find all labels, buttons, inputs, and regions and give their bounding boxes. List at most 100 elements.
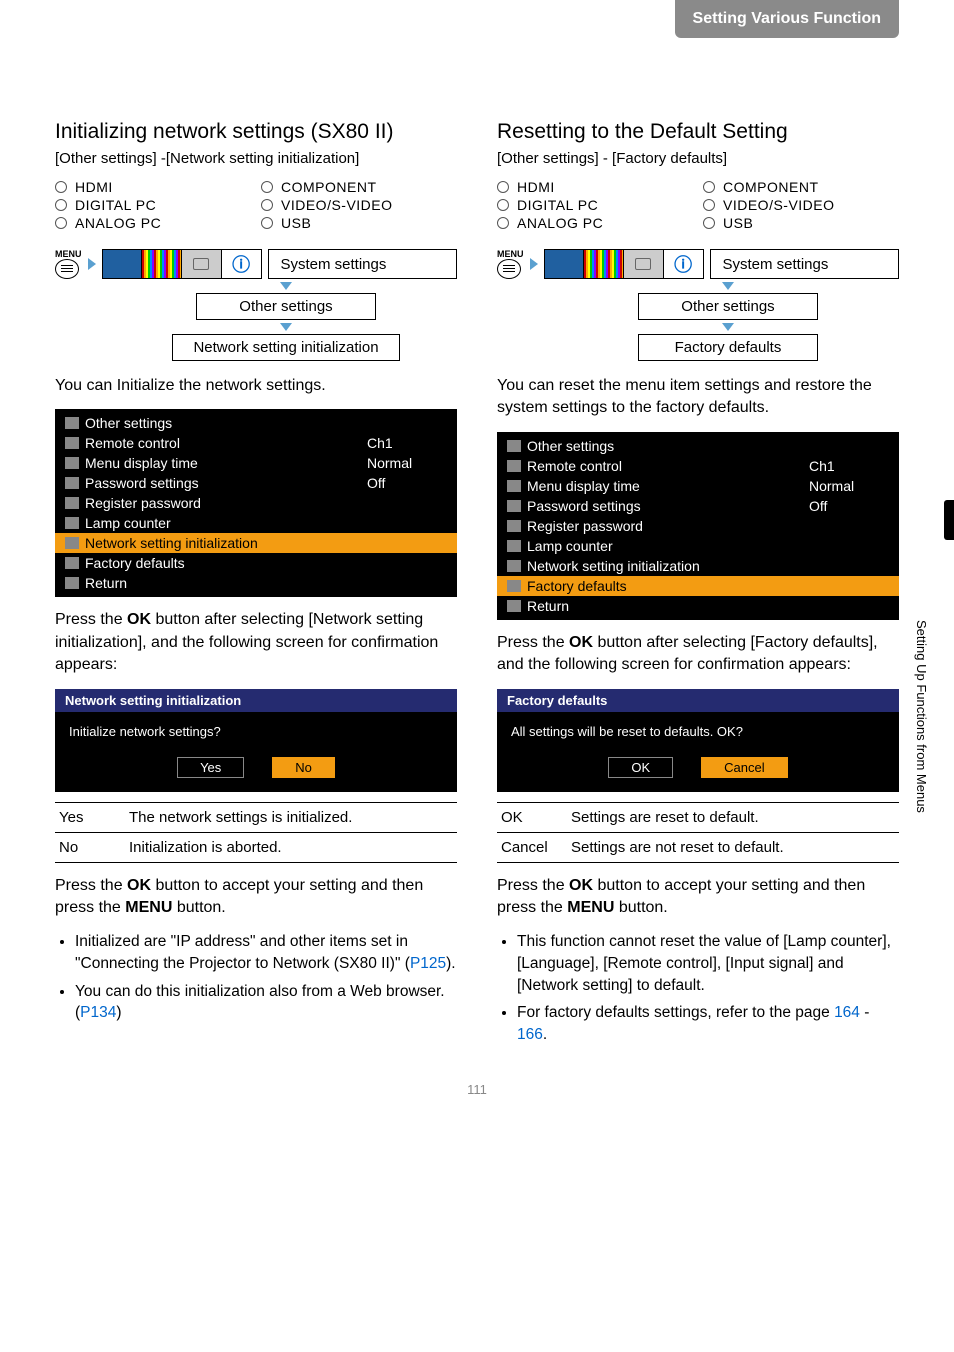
ring-icon (55, 217, 67, 229)
arrow-down-icon (722, 323, 734, 331)
row-icon (65, 537, 79, 549)
row-icon (507, 580, 521, 592)
osd-other-settings: Other settings Remote controlCh1Menu dis… (497, 432, 899, 620)
confirm-msg: Initialize network settings? (55, 712, 457, 751)
no-button[interactable]: No (272, 757, 335, 778)
row-icon (65, 517, 79, 529)
osd-row[interactable]: Register password (55, 493, 457, 513)
left-bullets: Initialized are "IP address" and other i… (55, 931, 457, 1024)
chain-box-network-init: Network setting initialization (172, 334, 399, 361)
osd-row[interactable]: Menu display timeNormal (55, 453, 457, 473)
ring-icon (55, 181, 67, 193)
options-table: OKSettings are reset to default. CancelS… (497, 802, 899, 863)
ring-icon (261, 181, 273, 193)
right-intro: You can reset the menu item settings and… (497, 375, 899, 420)
menu-icon (507, 440, 521, 452)
arrow-right-icon (530, 258, 538, 270)
menu-chain: MENU ⓘ System settings Other settings Ne… (55, 249, 457, 361)
osd-row[interactable]: Return (497, 596, 899, 616)
link-166[interactable]: 166 (517, 1026, 543, 1043)
left-title: Initializing network settings (SX80 II) (55, 120, 457, 144)
row-icon (65, 557, 79, 569)
options-table: YesThe network settings is initialized. … (55, 802, 457, 863)
inputs-list: HDMI COMPONENT DIGITAL PC VIDEO/S-VIDEO … (55, 179, 457, 231)
yes-button[interactable]: Yes (177, 757, 244, 778)
link-p125[interactable]: P125 (410, 955, 446, 972)
row-icon (65, 457, 79, 469)
ring-icon (261, 217, 273, 229)
menu-chain: MENU ⓘ System settings Other settings Fa… (497, 249, 899, 361)
chain-box-factory: Factory defaults (638, 334, 818, 361)
inputs-list: HDMI COMPONENT DIGITAL PC VIDEO/S-VIDEO … (497, 179, 899, 231)
arrow-down-icon (722, 282, 734, 290)
left-column: Initializing network settings (SX80 II) … (55, 120, 457, 1052)
input-item: VIDEO/S-VIDEO (261, 197, 457, 213)
page-number: 111 (55, 1082, 899, 1097)
header-band: Setting Various Function (675, 0, 899, 38)
confirm-title: Factory defaults (497, 689, 899, 712)
input-item: USB (261, 215, 457, 231)
left-after-osd: Press the OK button after selecting [Net… (55, 609, 457, 676)
side-label: Setting Up Functions from Menus (914, 620, 929, 813)
system-settings-box: System settings (710, 249, 900, 279)
menu-icon (65, 417, 79, 429)
chain-box-other: Other settings (196, 293, 376, 320)
thumb-tab (944, 500, 954, 540)
link-p134[interactable]: P134 (80, 1004, 116, 1021)
arrow-down-icon (280, 282, 292, 290)
osd-other-settings: Other settings Remote controlCh1Menu dis… (55, 409, 457, 597)
row-icon (507, 600, 521, 612)
input-item: DIGITAL PC (55, 197, 251, 213)
chain-box-other: Other settings (638, 293, 818, 320)
input-item: ANALOG PC (55, 215, 251, 231)
osd-row[interactable]: Register password (497, 516, 899, 536)
menu-button-icon (497, 259, 521, 279)
right-title: Resetting to the Default Setting (497, 120, 899, 144)
osd-row[interactable]: Return (55, 573, 457, 593)
tabs-icon: ⓘ (102, 249, 262, 279)
row-icon (65, 477, 79, 489)
right-bullets: This function cannot reset the value of … (497, 931, 899, 1045)
tabs-icon: ⓘ (544, 249, 704, 279)
osd-row[interactable]: Network setting initialization (55, 533, 457, 553)
link-164[interactable]: 164 (834, 1004, 860, 1021)
confirm-dialog: Factory defaults All settings will be re… (497, 689, 899, 792)
confirm-dialog: Network setting initialization Initializ… (55, 689, 457, 792)
right-column: Resetting to the Default Setting [Other … (497, 120, 899, 1052)
osd-row[interactable]: Lamp counter (55, 513, 457, 533)
osd-row[interactable]: Remote controlCh1 (55, 433, 457, 453)
confirm-title: Network setting initialization (55, 689, 457, 712)
row-icon (65, 577, 79, 589)
osd-row[interactable]: Lamp counter (497, 536, 899, 556)
osd-row[interactable]: Factory defaults (55, 553, 457, 573)
arrow-right-icon (88, 258, 96, 270)
ok-button[interactable]: OK (608, 757, 673, 778)
osd-row[interactable]: Menu display timeNormal (497, 476, 899, 496)
row-icon (507, 540, 521, 552)
row-icon (507, 500, 521, 512)
system-settings-box: System settings (268, 249, 458, 279)
row-icon (507, 560, 521, 572)
cancel-button[interactable]: Cancel (701, 757, 787, 778)
arrow-down-icon (280, 323, 292, 331)
row-icon (65, 437, 79, 449)
right-accept: Press the OK button to accept your setti… (497, 875, 899, 920)
osd-row[interactable]: Remote controlCh1 (497, 456, 899, 476)
osd-row[interactable]: Password settingsOff (55, 473, 457, 493)
menu-label: MENU (55, 249, 82, 259)
row-icon (507, 520, 521, 532)
input-item: HDMI (55, 179, 251, 195)
ring-icon (55, 199, 67, 211)
osd-row[interactable]: Network setting initialization (497, 556, 899, 576)
row-icon (65, 497, 79, 509)
left-accept: Press the OK button to accept your setti… (55, 875, 457, 920)
right-after-osd: Press the OK button after selecting [Fac… (497, 632, 899, 677)
row-icon (507, 460, 521, 472)
osd-row[interactable]: Factory defaults (497, 576, 899, 596)
menu-button-icon (55, 259, 79, 279)
confirm-msg: All settings will be reset to defaults. … (497, 712, 899, 751)
right-path: [Other settings] - [Factory defaults] (497, 150, 899, 167)
osd-row[interactable]: Password settingsOff (497, 496, 899, 516)
left-path: [Other settings] -[Network setting initi… (55, 150, 457, 167)
input-item: COMPONENT (261, 179, 457, 195)
